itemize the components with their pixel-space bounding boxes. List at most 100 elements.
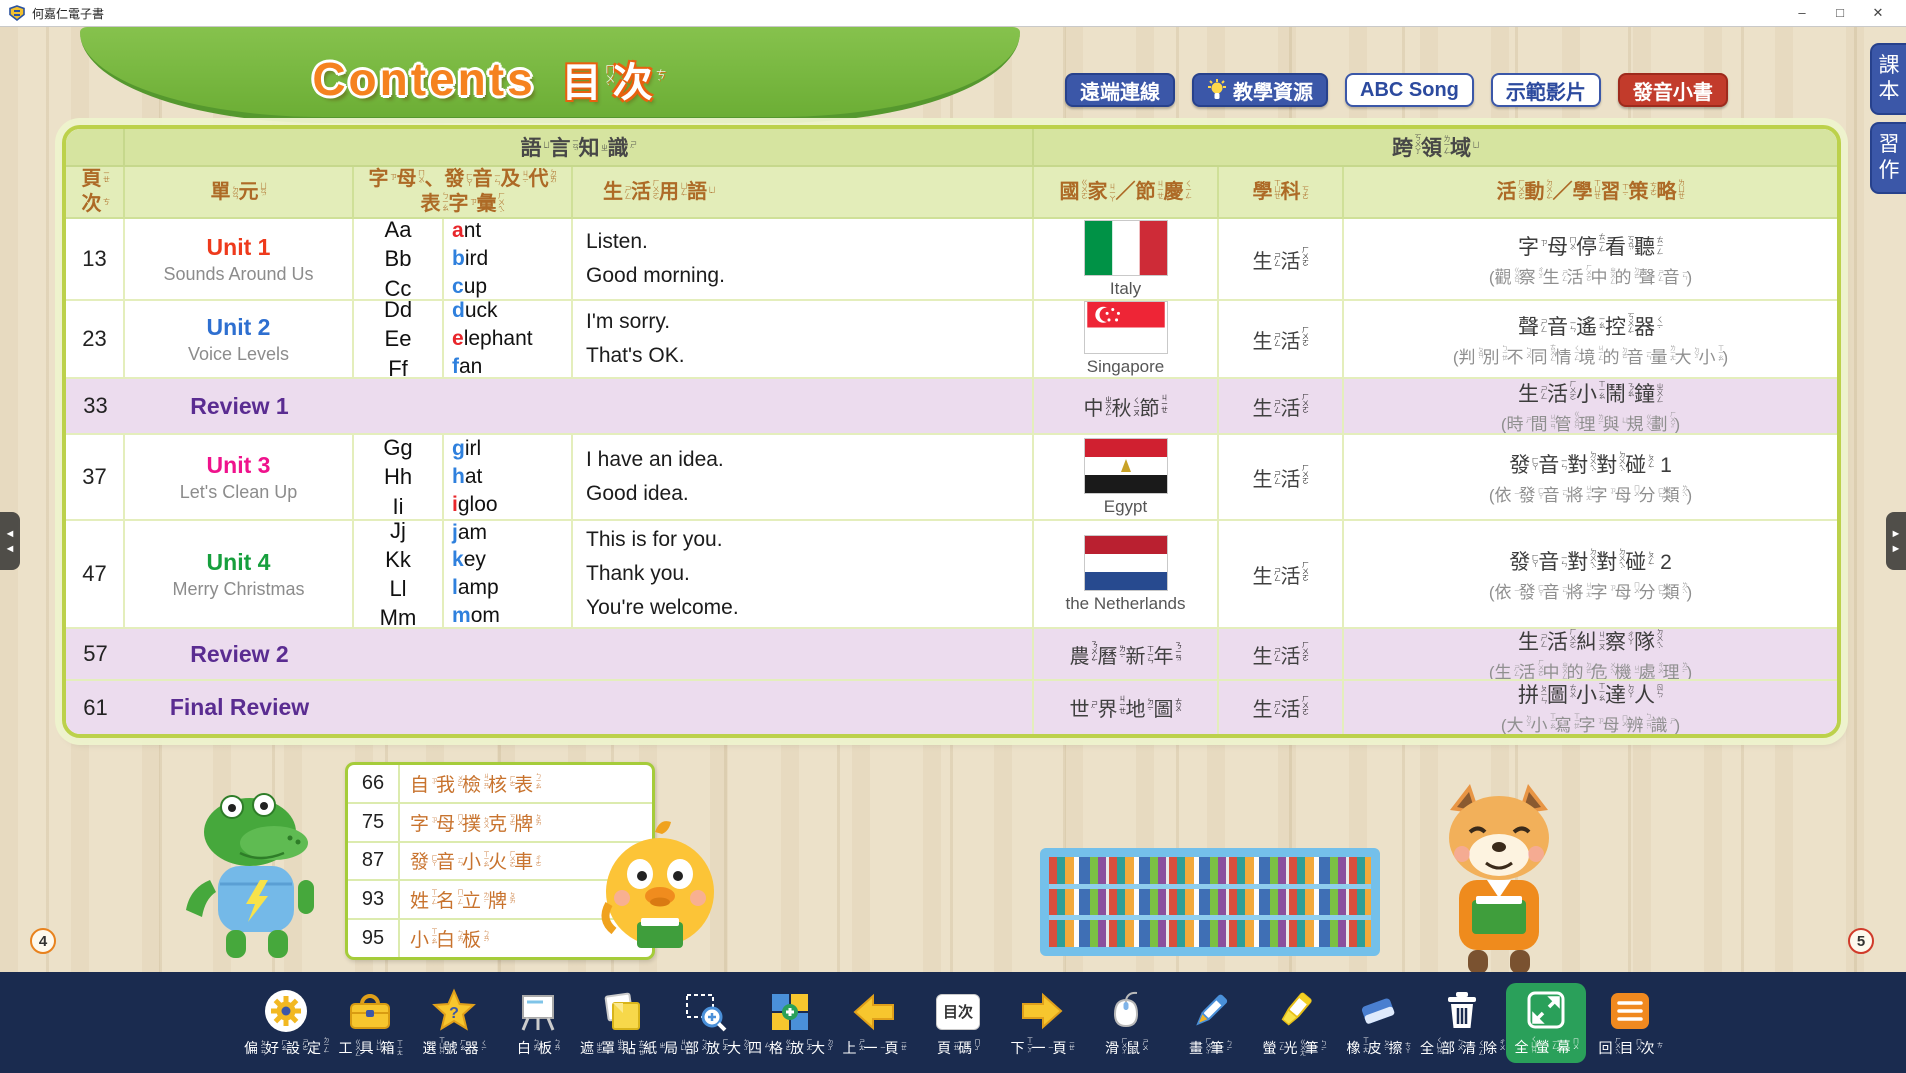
column-header-page: 頁ㄧㄝˋ次ㄘˋ [66, 167, 125, 219]
toolbar-item-number-picker[interactable]: ? 選ㄒㄩㄢˇ號ㄏㄠˋ器ㄑㄧˋ [414, 987, 494, 1059]
unit-subtitle: Merry Christmas [172, 579, 304, 600]
cell-country: 中ㄓㄨㄥ秋ㄑㄧㄡ節ㄐㄧㄝˊ [1034, 379, 1219, 435]
toolbar-item-quad-zoom[interactable]: 四ㄙˋ格ㄍㄜˊ放ㄈㄤˋ大ㄉㄚˋ [750, 988, 830, 1058]
demo-video-button[interactable]: 示範影片 [1491, 73, 1601, 107]
contents-banner: Contents 目ㄇㄨˋ次ㄘˋ [80, 27, 1020, 123]
unit-subtitle: Sounds Around Us [163, 264, 313, 285]
cell-words: girl hat igloo [444, 435, 573, 521]
activity-title: 字ㄗˋ母ㄇㄨˇ停ㄊㄧㄥˊ看ㄎㄢˋ聽ㄊㄧㄥ [1518, 231, 1663, 261]
cell-empty [354, 629, 1034, 681]
toolbar-item-fullscreen[interactable]: 全ㄑㄩㄢˊ螢ㄧㄥˊ幕ㄇㄨˋ [1506, 983, 1586, 1063]
tab-textbook[interactable]: 課本 [1870, 43, 1906, 115]
cell-page: 23 [66, 301, 125, 379]
activity-note: (觀ㄍㄨㄢ察ㄔㄚˊ生ㄕㄥ活ㄏㄨㄛˊ中ㄓㄨㄥ的ㄉㄜ˙聲ㄕㄥ音ㄧㄣ) [1489, 263, 1692, 288]
bottom-toolbar: 偏ㄆㄧㄢ好ㄏㄠˋ設ㄕㄜˋ定ㄉㄧㄥˋ 工ㄍㄨㄥ具ㄐㄩˋ箱ㄒㄧㄤ ? 選ㄒㄩㄢˇ號ㄏ… [0, 972, 1906, 1073]
close-button[interactable]: ✕ [1859, 5, 1897, 21]
cell-country: 農ㄋㄨㄥˊ曆ㄌㄧˋ新ㄒㄧㄣ年ㄋㄧㄢˊ [1034, 629, 1219, 681]
cell-unit[interactable]: Review 2 [125, 629, 354, 681]
toolbar-item-preferences[interactable]: 偏ㄆㄧㄢ好ㄏㄠˋ設ㄕㄜˋ定ㄉㄧㄥˋ [246, 987, 326, 1058]
cell-subject: 生ㄕㄥ活ㄏㄨㄛˊ [1219, 435, 1344, 521]
toolbar-item-partial-zoom[interactable]: 局ㄐㄩˊ部ㄅㄨˋ放ㄈㄤˋ大ㄉㄚˋ [666, 988, 746, 1058]
cell-unit[interactable]: Final Review [125, 681, 354, 734]
cell-subject: 生ㄕㄥ活ㄏㄨㄛˊ [1219, 379, 1344, 435]
list-icon [1607, 987, 1653, 1035]
toolbar-item-whiteboard[interactable]: 白ㄅㄞˊ板ㄅㄢˇ [498, 988, 578, 1058]
toolbar-item-toolbox[interactable]: 工ㄍㄨㄥ具ㄐㄩˋ箱ㄒㄧㄤ [330, 988, 410, 1058]
toolbar-item-pen[interactable]: 畫ㄏㄨㄚˋ筆ㄅㄧˇ [1170, 987, 1250, 1059]
next-page-edge-arrow[interactable]: ►► [1886, 512, 1906, 570]
cell-unit[interactable]: Unit 1 Sounds Around Us [125, 219, 354, 301]
crocodile-character [180, 780, 330, 970]
unit-title: Unit 2 [207, 314, 271, 341]
cell-phrases: I have an idea.Good idea. [573, 435, 1034, 521]
cell-page: 13 [66, 219, 125, 301]
column-header-activity: 活ㄏㄨㄛˊ動ㄉㄨㄥˋ／學ㄒㄩㄝˊ習ㄒㄧˊ策ㄘㄜˋ略ㄌㄩㄝˋ [1344, 167, 1837, 219]
cell-unit[interactable]: Unit 2 Voice Levels [125, 301, 354, 379]
gear-icon [263, 987, 309, 1035]
toolbar-item-clear-all[interactable]: 全ㄑㄩㄢˊ部ㄅㄨˋ清ㄑㄧㄥ除ㄔㄨˊ [1422, 987, 1502, 1059]
phonics-booklet-button[interactable]: 發音小書 [1618, 73, 1728, 107]
cell-subject: 生ㄕㄥ活ㄏㄨㄛˊ [1219, 301, 1344, 379]
cell-unit[interactable]: Unit 3 Let's Clean Up [125, 435, 354, 521]
toolbar-item-previous-page[interactable]: 上ㄕㄤˋ一ㄧ頁ㄧㄝˋ [834, 988, 914, 1058]
left-arrow-icon [851, 988, 897, 1036]
lightbulb-icon [1207, 79, 1227, 101]
cell-activity: 生ㄕㄥ活ㄏㄨㄛˊ小ㄒㄧㄠˇ鬧ㄋㄠˋ鐘ㄓㄨㄥ (時ㄕˊ間ㄐㄧㄢ管ㄍㄨㄢˇ理ㄌㄧˇ與… [1344, 379, 1837, 435]
page-number-box: 目次 [936, 994, 980, 1030]
cell-country: Egypt [1034, 435, 1219, 521]
fullscreen-icon [1523, 986, 1569, 1034]
cell-unit[interactable]: Unit 4 Merry Christmas [125, 521, 354, 629]
unit-title: Unit 3 [207, 452, 271, 479]
toolbox-icon [347, 988, 393, 1036]
unit-title: Unit 1 [207, 234, 271, 261]
activity-note: (依ㄧ發ㄈㄚ音ㄧㄣ將ㄐㄧㄤ字ㄗˋ母ㄇㄨˇ分ㄈㄣ類ㄌㄟˋ) [1489, 578, 1692, 603]
cell-country: Italy [1034, 219, 1219, 301]
column-header-subject: 學ㄒㄩㄝˊ科ㄎㄜ [1219, 167, 1344, 219]
activity-note: (大ㄉㄚˋ小ㄒㄧㄠˇ寫ㄒㄧㄝˇ字ㄗˋ母ㄇㄨˇ辨ㄅㄧㄢˋ識ㄕˋ) [1501, 711, 1680, 734]
app-logo-icon [9, 5, 25, 21]
eraser-icon [1355, 987, 1401, 1035]
contents-table: 語ㄩˇ言ㄧㄢˊ知ㄓ識ㄕˋ 跨ㄎㄨㄚˋ領ㄌㄧㄥˇ域ㄩˋ 頁ㄧㄝˋ次ㄘˋ 單ㄉㄢ元ㄩ… [62, 125, 1841, 738]
cell-page: 57 [66, 629, 125, 681]
cell-letters: JjKkLlMm [354, 521, 444, 629]
cell-activity: 發ㄈㄚ音ㄧㄣ對ㄉㄨㄟˋ對ㄉㄨㄟˋ碰ㄆㄥˋ 2 (依ㄧ發ㄈㄚ音ㄧㄣ將ㄐㄧㄤ字ㄗˋ母… [1344, 521, 1837, 629]
unit-title: Review 2 [190, 641, 288, 668]
left-page-badge: 4 [30, 928, 56, 954]
cell-unit[interactable]: Review 1 [125, 379, 354, 435]
toolbar-item-next-page[interactable]: 下ㄒㄧㄚˋ一ㄧ頁ㄧㄝˋ [1002, 987, 1082, 1058]
singapore-flag [1084, 301, 1168, 354]
remote-connect-button[interactable]: 遠端連線 [1065, 73, 1175, 107]
pen-icon [1187, 987, 1233, 1035]
unit-subtitle: Let's Clean Up [180, 482, 298, 503]
toolbar-item-mask-stickers[interactable]: 遮ㄓㄜ罩ㄓㄠˋ貼ㄊㄧㄝ紙ㄓˇ [582, 988, 662, 1058]
page-title-zh: 目ㄇㄨˋ次ㄘˋ [562, 50, 664, 108]
column-header-country: 國ㄍㄨㄛˊ家ㄐㄧㄚ／節ㄐㄧㄝˊ慶ㄑㄧㄥˋ [1034, 167, 1219, 219]
right-chevron-icon: ► [1891, 543, 1902, 555]
cell-words: jam key lamp mom [444, 521, 573, 629]
cell-subject: 生ㄕㄥ活ㄏㄨㄛˊ [1219, 521, 1344, 629]
prev-page-edge-arrow[interactable]: ◄◄ [0, 512, 20, 570]
cell-subject: 生ㄕㄥ活ㄏㄨㄛˊ [1219, 681, 1344, 734]
tab-workbook[interactable]: 習作 [1870, 122, 1906, 194]
activity-title: 生ㄕㄥ活ㄏㄨㄛˊ小ㄒㄧㄠˇ鬧ㄋㄠˋ鐘ㄓㄨㄥ [1518, 379, 1663, 408]
toolbar-item-page-number[interactable]: 目次 頁ㄧㄝˋ碼ㄇㄚˇ [918, 988, 998, 1058]
mouse-icon [1103, 987, 1149, 1035]
cell-page: 33 [66, 379, 125, 435]
abc-song-button[interactable]: ABC Song [1345, 73, 1474, 107]
toolbar-item-mouse[interactable]: 滑ㄏㄨㄚˊ鼠ㄕㄨˇ [1086, 987, 1166, 1059]
window-title: 何嘉仁電子書 [32, 5, 104, 22]
activity-note: (時ㄕˊ間ㄐㄧㄢ管ㄍㄨㄢˇ理ㄌㄧˇ與ㄩˇ規ㄍㄨㄟ劃ㄏㄨㄚˋ) [1501, 410, 1680, 435]
cell-country: the Netherlands [1034, 521, 1219, 629]
toolbar-item-eraser[interactable]: 橡ㄒㄧㄤˋ皮ㄆㄧˊ擦ㄘㄚ [1338, 987, 1418, 1058]
cell-page: 61 [66, 681, 125, 734]
group-header-spacer [66, 129, 125, 167]
minimize-button[interactable]: – [1783, 5, 1821, 21]
toolbar-item-highlighter[interactable]: 螢ㄧㄥˊ光ㄍㄨㄤ筆ㄅㄧˇ [1254, 988, 1334, 1058]
cell-country: Singapore [1034, 301, 1219, 379]
maximize-button[interactable]: □ [1821, 5, 1859, 21]
cell-words: ant bird cup [444, 219, 573, 301]
app-window: 何嘉仁電子書 – □ ✕ Contents 目ㄇㄨˋ次ㄘˋ 遠端連線 教學資源 … [0, 0, 1906, 1073]
toolbar-item-back-to-contents[interactable]: 回ㄏㄨㄟˊ目ㄇㄨˋ次ㄘˋ [1590, 987, 1670, 1059]
appendix-row[interactable]: 66自ㄗˋ我ㄨㄛˇ檢ㄐㄧㄢˇ核ㄏㄜˊ表ㄅㄧㄠˇ [348, 765, 652, 804]
teaching-resources-button[interactable]: 教學資源 [1192, 73, 1328, 107]
